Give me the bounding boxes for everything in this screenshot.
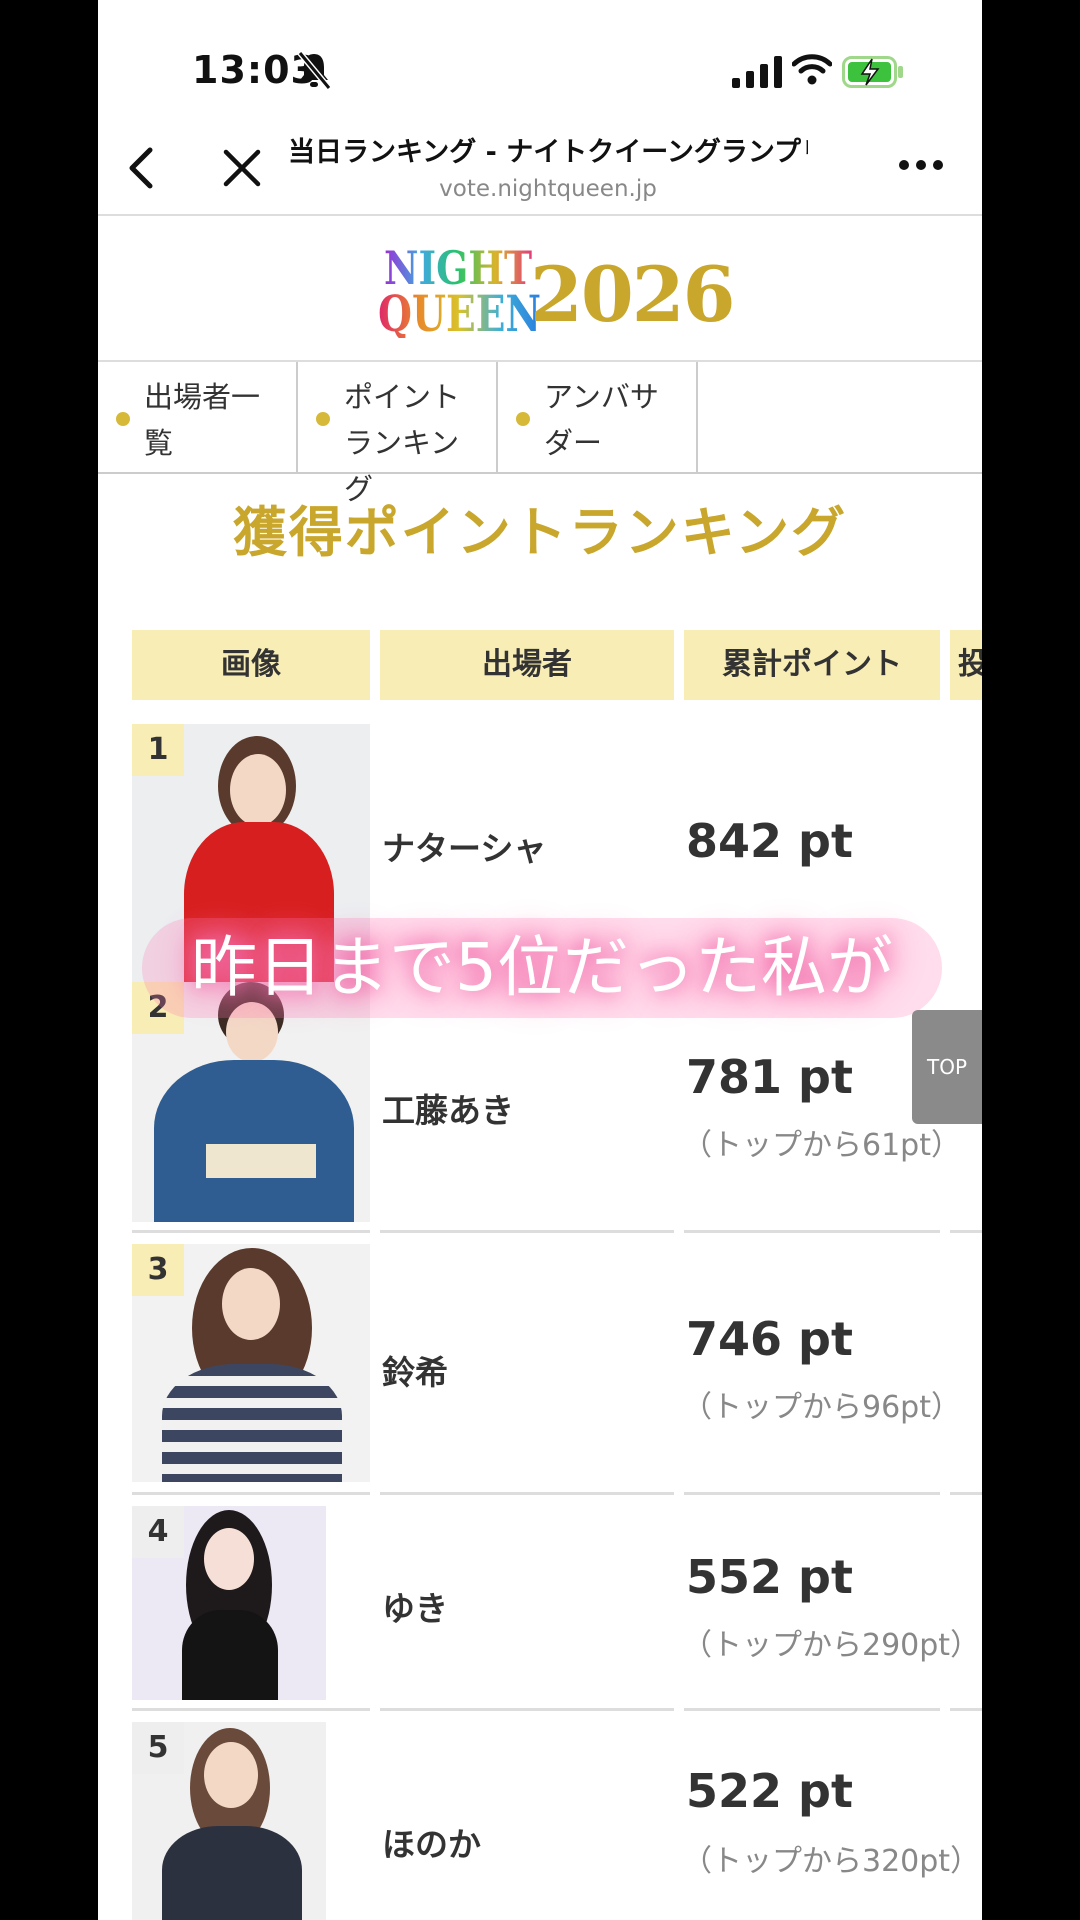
tab-bullet xyxy=(516,412,530,426)
section-title: 獲得ポイントランキング xyxy=(232,501,848,564)
row-divider xyxy=(950,1492,982,1495)
dress xyxy=(182,1610,278,1700)
header-votes: 投 xyxy=(950,630,982,700)
row-divider xyxy=(380,1230,674,1233)
face xyxy=(222,1268,280,1340)
tab-point-ranking[interactable]: ポイントランキング xyxy=(298,362,498,506)
face xyxy=(204,1742,258,1808)
status-bar: 13:03 xyxy=(98,0,982,118)
rank-badge: 3 xyxy=(132,1244,184,1296)
points-gap: （トップから96pt） xyxy=(682,1390,961,1425)
contestant-name[interactable]: ほのか xyxy=(382,1818,481,1866)
signal-icon xyxy=(732,56,782,88)
table-row: 5 ほのか 522 pt （トップから320pt） xyxy=(98,1720,982,1920)
tab-label: アンバサダー xyxy=(544,380,659,460)
rank-badge: 1 xyxy=(132,724,184,776)
tab-bullet xyxy=(316,412,330,426)
face xyxy=(230,754,286,826)
browser-toolbar: 当日ランキング - ナイトクイーングランプリ20… vote.nightquee… xyxy=(98,118,982,216)
points-value: 552 pt xyxy=(686,1550,853,1604)
points-gap: （トップから320pt） xyxy=(682,1844,981,1879)
contestant-name[interactable]: ナターシャ xyxy=(382,822,546,870)
header-contestant: 出場者 xyxy=(380,630,674,700)
site-logo[interactable]: NIGHT QUEEN 2026 xyxy=(98,216,982,362)
nav-tabs: 出場者一覧 ポイントランキング アンバサダー xyxy=(98,362,982,506)
points-value: 781 pt xyxy=(686,1050,853,1104)
tab-contestants[interactable]: 出場者一覧 xyxy=(98,362,298,472)
row-divider xyxy=(132,1708,370,1711)
back-chevron-icon[interactable] xyxy=(124,146,158,190)
tab-bullet xyxy=(116,412,130,426)
video-caption-overlay: 昨日まで5位だった私が xyxy=(142,918,942,1018)
rank-badge: 4 xyxy=(132,1506,184,1558)
points-value: 522 pt xyxy=(686,1764,853,1818)
logo-queen-text: QUEEN xyxy=(378,284,542,343)
table-row: 3 鈴希 746 pt （トップから96pt） xyxy=(98,1242,982,1502)
row-divider xyxy=(684,1708,940,1711)
points-gap: （トップから290pt） xyxy=(682,1628,981,1663)
logo-year-text: 2026 xyxy=(530,250,736,339)
tab-label: 出場者一覧 xyxy=(144,380,261,460)
contestant-name[interactable]: ゆき xyxy=(382,1582,448,1630)
kimono xyxy=(154,1060,354,1222)
page-title: 当日ランキング - ナイトクイーングランプリ20… xyxy=(288,137,808,168)
contestant-name[interactable]: 鈴希 xyxy=(382,1346,448,1394)
face xyxy=(204,1528,254,1590)
row-divider xyxy=(950,1708,982,1711)
header-total-points: 累計ポイント xyxy=(684,630,940,700)
table-row: 2 工藤あき 781 pt （トップから61pt） xyxy=(98,982,982,1242)
points-value: 842 pt xyxy=(686,814,853,868)
page-url[interactable]: vote.nightqueen.jp xyxy=(288,176,808,202)
row-divider xyxy=(684,1230,940,1233)
header-image: 画像 xyxy=(132,630,370,700)
tab-ambassador[interactable]: アンバサダー xyxy=(498,362,698,472)
battery-charging-icon xyxy=(842,56,903,88)
table-row: 4 ゆき 552 pt （トップから290pt） xyxy=(98,1502,982,1720)
points-gap: （トップから61pt） xyxy=(682,1128,961,1163)
row-divider xyxy=(684,1492,940,1495)
contestant-name[interactable]: 工藤あき xyxy=(382,1084,514,1132)
row-divider xyxy=(380,1708,674,1711)
wifi-icon xyxy=(792,54,832,85)
row-divider xyxy=(380,1492,674,1495)
obi xyxy=(206,1144,316,1178)
top xyxy=(162,1826,302,1920)
bell-slash-icon xyxy=(297,51,332,90)
row-divider xyxy=(132,1230,370,1233)
more-icon[interactable] xyxy=(898,158,944,172)
striped-top xyxy=(162,1364,342,1482)
close-icon[interactable] xyxy=(222,148,262,188)
phone-screen: 13:03 当日ランキング - ナイトクイーングランプ vote.nightqu… xyxy=(98,0,982,1920)
rank-badge: 5 xyxy=(132,1722,184,1774)
row-divider xyxy=(950,1230,982,1233)
scroll-top-button[interactable]: TOP xyxy=(912,1010,982,1124)
row-divider xyxy=(132,1492,370,1495)
points-value: 746 pt xyxy=(686,1312,853,1366)
